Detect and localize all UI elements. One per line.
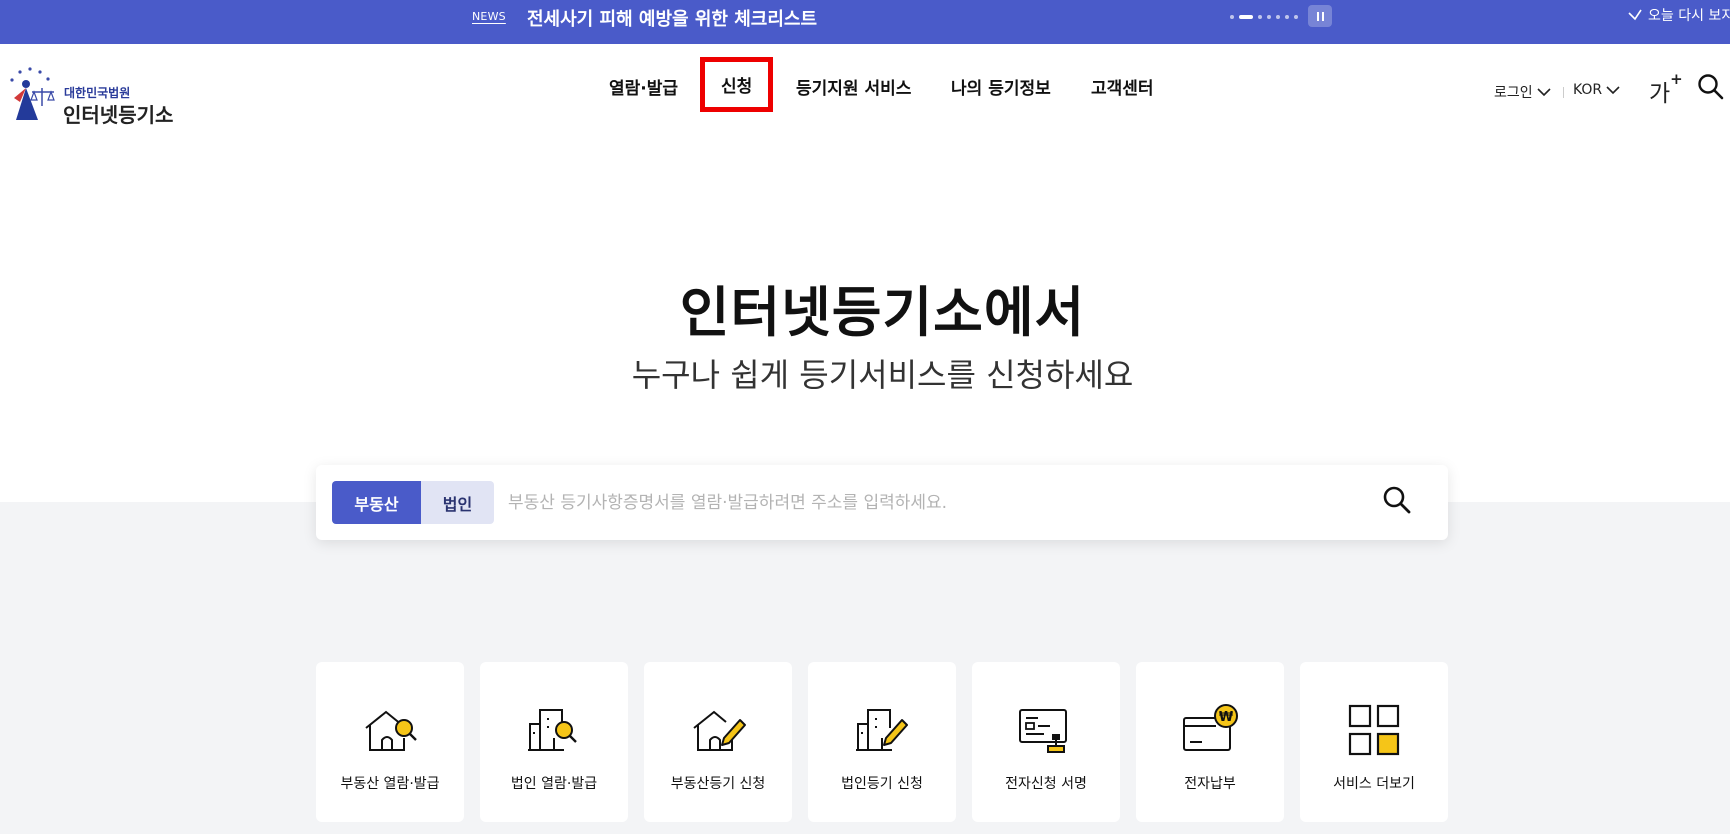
nav-item-apply[interactable]: 신청: [699, 57, 774, 112]
service-card-label: 부동산등기 신청: [670, 776, 766, 792]
registry-search-box: 부동산 법인: [316, 465, 1448, 540]
service-card-label: 법인등기 신청: [841, 776, 923, 792]
service-card-corporation-apply[interactable]: 법인등기 신청: [808, 662, 956, 822]
service-card-more-services[interactable]: 서비스 더보기: [1300, 662, 1448, 822]
search-icon: [1383, 486, 1411, 514]
building-search-icon: [528, 709, 577, 751]
news-dot[interactable]: [1276, 15, 1280, 19]
util-divider: [1563, 87, 1564, 98]
dismiss-today-button[interactable]: 오늘 다시 보지: [1628, 5, 1730, 25]
chevron-down-icon: [1537, 87, 1551, 96]
service-card-label: 부동산 열람·발급: [340, 776, 440, 792]
language-label: KOR: [1573, 82, 1603, 98]
service-card-label: 서비스 더보기: [1333, 776, 1415, 792]
service-card-e-payment[interactable]: ₩ 전자납부: [1136, 662, 1284, 822]
news-dot[interactable]: [1258, 15, 1262, 19]
login-label: 로그인: [1494, 85, 1533, 101]
nav-item-view-issue[interactable]: 열람·발급: [609, 74, 678, 99]
tab-corporation[interactable]: 법인: [421, 481, 494, 524]
service-card-label: 전자납부: [1184, 776, 1236, 792]
news-dot[interactable]: [1267, 15, 1271, 19]
court-emblem-icon: [10, 67, 55, 120]
service-card-label: 법인 열람·발급: [510, 776, 598, 792]
pause-icon: [1316, 11, 1319, 21]
dismiss-label: 오늘 다시 보지: [1648, 8, 1730, 24]
site-header: 대한민국법원 인터넷등기소 열람·발급 신청 등기지원 서비스 나의 등기정보 …: [0, 44, 1730, 132]
nav-item-customer-center[interactable]: 고객센터: [1091, 74, 1154, 99]
logo-title: 인터넷등기소: [63, 103, 174, 127]
building-pen-icon: [856, 709, 908, 751]
site-logo[interactable]: 대한민국법원 인터넷등기소: [4, 62, 179, 127]
nav-item-my-registry[interactable]: 나의 등기정보: [951, 74, 1051, 99]
login-menu[interactable]: 로그인: [1494, 82, 1551, 102]
news-bar: NEWS 전세사기 피해 예방을 위한 체크리스트 오늘 다시 보지: [0, 0, 1730, 44]
service-card-real-estate-apply[interactable]: 부동산등기 신청: [644, 662, 792, 822]
font-size-label: 가: [1649, 81, 1671, 107]
search-submit-button[interactable]: [1382, 485, 1412, 519]
tab-real-estate[interactable]: 부동산: [332, 481, 421, 524]
news-dot[interactable]: [1294, 15, 1298, 19]
news-pagination: [1230, 15, 1298, 19]
search-icon: [1698, 74, 1724, 100]
font-plus-icon: +: [1670, 70, 1683, 88]
hero-title: 인터넷등기소에서: [679, 281, 1086, 344]
address-search-input[interactable]: [508, 483, 1358, 523]
header-search-button[interactable]: [1697, 73, 1725, 105]
news-tag: NEWS: [472, 10, 506, 23]
e-payment-icon: ₩: [1183, 704, 1238, 751]
news-dot-active[interactable]: [1239, 15, 1253, 19]
nav-item-support-services[interactable]: 등기지원 서비스: [796, 74, 911, 99]
chevron-down-icon: [1606, 85, 1620, 94]
grid-more-icon: [1348, 704, 1400, 756]
news-dot[interactable]: [1230, 15, 1234, 19]
news-pause-button[interactable]: [1308, 5, 1332, 27]
news-headline[interactable]: 전세사기 피해 예방을 위한 체크리스트: [527, 5, 817, 31]
service-card-e-signature[interactable]: 전자신청 서명: [972, 662, 1120, 822]
svg-text:₩: ₩: [1219, 710, 1234, 725]
house-search-icon: [365, 710, 417, 751]
hero-subtitle: 누구나 쉽게 등기서비스를 신청하세요: [631, 356, 1134, 394]
service-card-label: 전자신청 서명: [1005, 776, 1087, 792]
language-selector[interactable]: KOR: [1573, 82, 1620, 98]
e-signature-icon: [1019, 709, 1067, 753]
news-dot[interactable]: [1285, 15, 1289, 19]
house-pen-icon: [693, 710, 746, 751]
service-card-corporation-view[interactable]: 법인 열람·발급: [480, 662, 628, 822]
service-card-real-estate-view[interactable]: 부동산 열람·발급: [316, 662, 464, 822]
check-icon: [1628, 9, 1642, 21]
font-size-button[interactable]: 가+: [1649, 70, 1683, 108]
